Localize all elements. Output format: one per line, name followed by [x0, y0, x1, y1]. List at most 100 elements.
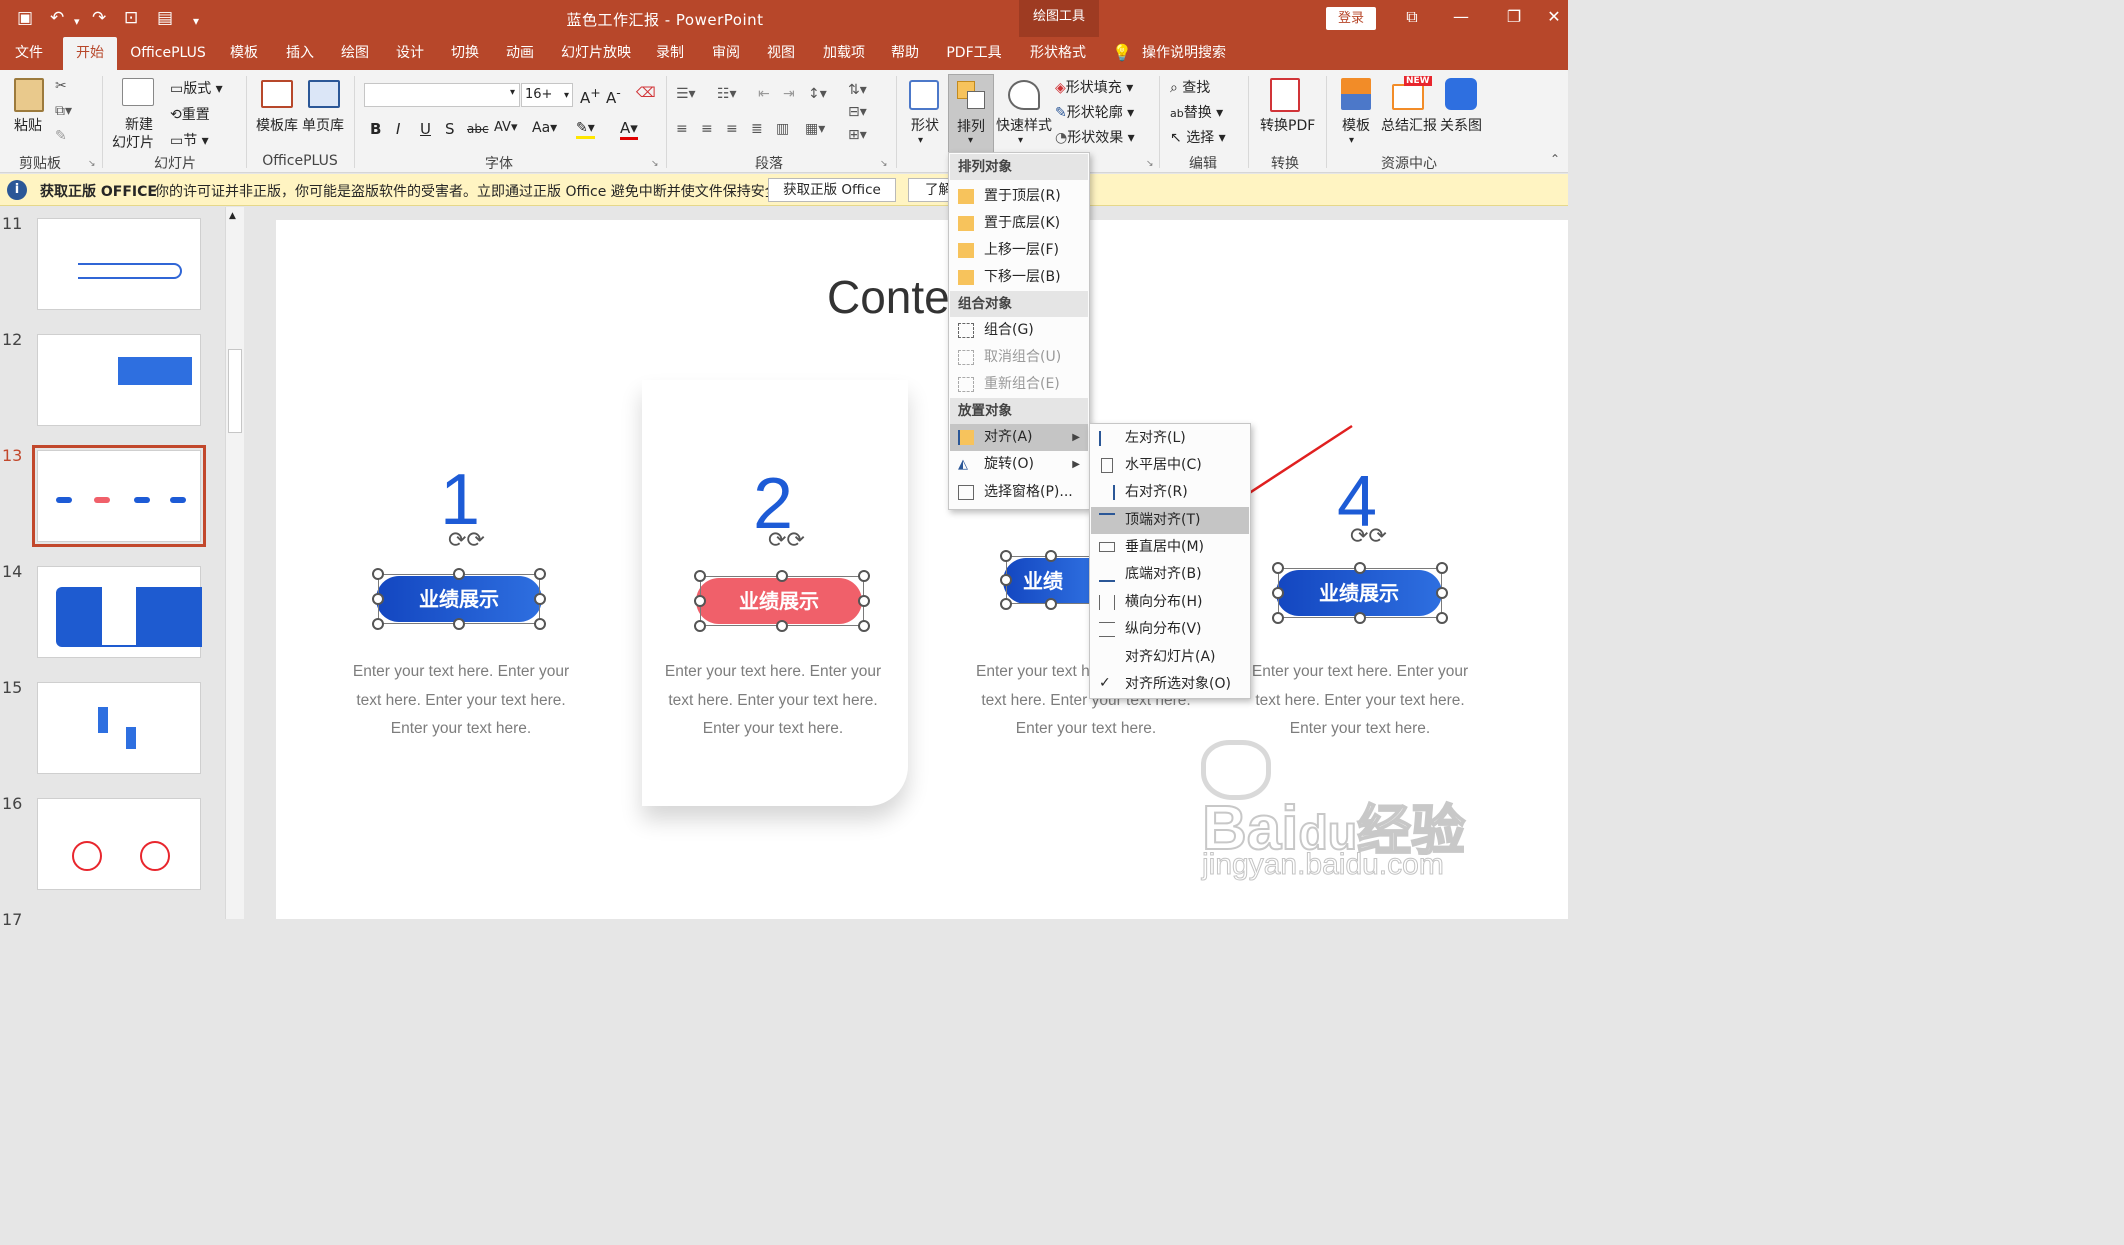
- resize-handle[interactable]: [776, 620, 788, 632]
- pdf-icon[interactable]: [1270, 78, 1300, 112]
- align-right-icon[interactable]: ≡: [726, 121, 738, 137]
- tell-me-search[interactable]: 操作说明搜索: [1140, 37, 1228, 70]
- arrange-button[interactable]: 排列 ▾: [948, 74, 994, 154]
- reset-button[interactable]: ⟲重置: [170, 104, 210, 124]
- font-size-dropdown-icon[interactable]: ▾: [564, 85, 569, 107]
- resize-handle[interactable]: [1272, 612, 1284, 624]
- font-color-icon[interactable]: A▾: [620, 119, 638, 140]
- resize-handle[interactable]: [858, 620, 870, 632]
- tab-pdf-tools[interactable]: PDF工具: [942, 37, 1006, 70]
- shapes-icon[interactable]: [909, 80, 939, 110]
- shadow-icon[interactable]: S: [445, 120, 455, 138]
- resize-handle[interactable]: [534, 568, 546, 580]
- distributed-icon[interactable]: ▥: [776, 121, 789, 137]
- login-button[interactable]: 登录: [1326, 7, 1376, 30]
- slide-thumbnail-selected[interactable]: [32, 445, 206, 547]
- template-button[interactable]: 模板: [1342, 115, 1370, 135]
- scroll-up-icon[interactable]: ▲: [229, 211, 236, 221]
- tab-view[interactable]: 视图: [761, 37, 801, 70]
- tab-transition[interactable]: 切换: [445, 37, 485, 70]
- menu-bring-to-front[interactable]: 置于顶层(R): [950, 183, 1088, 210]
- align-text-icon[interactable]: ⊟▾: [848, 104, 867, 120]
- single-page-button[interactable]: 单页库: [302, 115, 344, 135]
- body-text-2[interactable]: Enter your text here. Enter your text he…: [643, 658, 903, 744]
- menu-regroup[interactable]: 重新组合(E): [950, 371, 1088, 398]
- slide-editor[interactable]: Conte 1 2 4 ⟳⟳ ⟳⟳ ⟳⟳ 业绩展示 业绩展示 业绩 业绩展示 E…: [276, 220, 1568, 919]
- thumbnail-scrollbar[interactable]: ▲: [225, 207, 244, 919]
- columns-icon[interactable]: ▦▾: [805, 121, 825, 137]
- resize-handle[interactable]: [694, 595, 706, 607]
- cut-icon[interactable]: ✂: [55, 78, 67, 94]
- collapse-ribbon-icon[interactable]: ⌃: [1550, 152, 1560, 166]
- menu-selection-pane[interactable]: 选择窗格(P)...: [950, 479, 1088, 506]
- menu-align-right[interactable]: 右对齐(R): [1091, 479, 1249, 506]
- font-size-input[interactable]: 16+ ▾: [521, 83, 573, 107]
- resize-handle[interactable]: [534, 593, 546, 605]
- menu-align-selected[interactable]: ✓ 对齐所选对象(O): [1091, 671, 1249, 698]
- resize-handle[interactable]: [1436, 612, 1448, 624]
- single-page-icon[interactable]: [308, 80, 340, 108]
- menu-align-top[interactable]: 顶端对齐(T): [1091, 507, 1249, 534]
- paragraph-launcher-icon[interactable]: ↘: [880, 159, 888, 169]
- font-name-input[interactable]: ▾: [364, 83, 520, 107]
- template-library-icon[interactable]: [261, 80, 293, 108]
- rotate-handle-icon[interactable]: ⟳⟳: [768, 528, 805, 553]
- quick-style-icon[interactable]: [1008, 80, 1040, 110]
- smartart-icon[interactable]: ⊞▾: [848, 127, 867, 143]
- slide-thumbnail[interactable]: [37, 566, 202, 658]
- tab-record[interactable]: 录制: [650, 37, 690, 70]
- shapes-dropdown-icon[interactable]: ▾: [918, 135, 923, 146]
- resize-handle[interactable]: [1354, 612, 1366, 624]
- section-button[interactable]: ▭节 ▾: [170, 130, 209, 150]
- tab-template[interactable]: 模板: [224, 37, 264, 70]
- bullets-icon[interactable]: ☰▾: [676, 86, 696, 102]
- tab-review[interactable]: 审阅: [706, 37, 746, 70]
- quick-style-button[interactable]: 快速样式: [996, 115, 1052, 135]
- menu-align-to-slide[interactable]: 对齐幻灯片(A): [1091, 644, 1249, 671]
- minimize-icon[interactable]: —: [1447, 5, 1475, 29]
- highlight-icon[interactable]: ✎▾: [576, 120, 595, 139]
- slide-thumbnail[interactable]: [37, 798, 201, 890]
- menu-align-bottom[interactable]: 底端对齐(B): [1091, 561, 1249, 588]
- align-center-icon[interactable]: ≡: [701, 121, 713, 137]
- resize-handle[interactable]: [1000, 550, 1012, 562]
- resize-handle[interactable]: [453, 568, 465, 580]
- summary-button[interactable]: 总结汇报: [1381, 115, 1437, 135]
- resize-handle[interactable]: [694, 620, 706, 632]
- tab-slideshow[interactable]: 幻灯片放映: [558, 37, 634, 70]
- menu-align-left[interactable]: 左对齐(L): [1091, 425, 1249, 452]
- resize-handle[interactable]: [372, 568, 384, 580]
- ribbon-display-icon[interactable]: ⧉: [1398, 5, 1426, 29]
- relation-diagram-icon[interactable]: [1445, 78, 1477, 110]
- italic-icon[interactable]: I: [396, 120, 400, 138]
- slide-thumbnail[interactable]: [37, 334, 201, 426]
- layout-button[interactable]: ▭版式 ▾: [170, 78, 223, 98]
- line-spacing-icon[interactable]: ↕▾: [808, 86, 827, 102]
- selection-box[interactable]: [378, 574, 540, 624]
- body-text-4[interactable]: Enter your text here. Enter your text he…: [1230, 658, 1490, 744]
- resize-handle[interactable]: [372, 593, 384, 605]
- resize-handle[interactable]: [694, 570, 706, 582]
- drawing-launcher-icon[interactable]: ↘: [1146, 159, 1154, 169]
- numbering-icon[interactable]: ☷▾: [717, 86, 737, 102]
- slide-title[interactable]: Conte: [827, 270, 950, 324]
- new-slide-label-2[interactable]: 幻灯片: [112, 132, 154, 152]
- restore-icon[interactable]: ❐: [1500, 5, 1528, 29]
- tab-draw[interactable]: 绘图: [335, 37, 375, 70]
- resize-handle[interactable]: [858, 570, 870, 582]
- tab-help[interactable]: 帮助: [885, 37, 925, 70]
- rotate-handle-icon[interactable]: ⟳⟳: [448, 528, 485, 553]
- menu-group[interactable]: 组合(G): [950, 317, 1088, 344]
- selection-box[interactable]: [1278, 568, 1442, 618]
- selection-box[interactable]: [1006, 556, 1096, 604]
- bold-icon[interactable]: B: [370, 120, 381, 138]
- template-library-button[interactable]: 模板库: [256, 115, 298, 135]
- tab-design[interactable]: 设计: [390, 37, 430, 70]
- shrink-font-icon[interactable]: A-: [606, 85, 621, 107]
- slide-thumbnail[interactable]: [37, 218, 201, 310]
- resize-handle[interactable]: [858, 595, 870, 607]
- slide-thumbnail[interactable]: [37, 682, 201, 774]
- increase-indent-icon[interactable]: ⇥: [783, 86, 795, 102]
- shape-effect-button[interactable]: ◔形状效果 ▾: [1055, 127, 1135, 147]
- tab-insert[interactable]: 插入: [280, 37, 320, 70]
